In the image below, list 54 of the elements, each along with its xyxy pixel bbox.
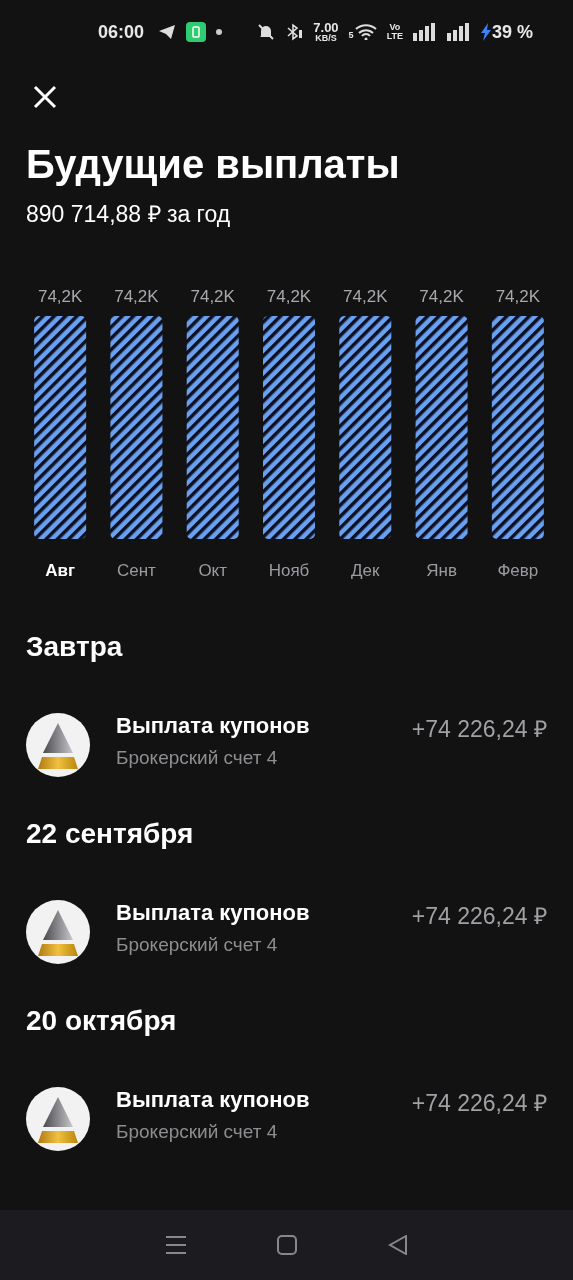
signal-icon xyxy=(412,23,437,41)
month-label[interactable]: Февр xyxy=(497,561,539,580)
paper-plane-icon xyxy=(158,24,177,40)
month-label[interactable]: Сент xyxy=(117,561,156,580)
payment-amount: +74 226,24 ₽ xyxy=(411,715,547,744)
page-title: Будущие выплаты xyxy=(26,141,401,188)
account-name: Брокерский счет 4 xyxy=(116,1121,279,1143)
month-label[interactable]: Нояб xyxy=(268,561,310,580)
account-name: Брокерский счет 4 xyxy=(116,747,279,769)
lte-label: LTE xyxy=(386,32,403,41)
wifi-icon xyxy=(354,24,377,40)
menu-icon[interactable] xyxy=(165,1235,188,1255)
bar[interactable] xyxy=(491,316,544,539)
bar[interactable] xyxy=(186,316,239,539)
payment-title: Выплата купонов xyxy=(116,713,311,739)
bar[interactable] xyxy=(415,316,468,539)
value-label: 74,2K xyxy=(37,287,83,306)
bar[interactable] xyxy=(339,316,392,539)
home-icon[interactable] xyxy=(277,1235,298,1255)
payment-title: Выплата купонов xyxy=(116,900,311,926)
clock-time: 06:00 xyxy=(98,21,145,43)
bluetooth-icon xyxy=(285,23,304,41)
date-heading: 22 сентября xyxy=(25,817,195,851)
network-speed: 7.00 xyxy=(313,21,339,34)
month-label[interactable]: Дек xyxy=(351,561,380,580)
bar[interactable] xyxy=(34,316,87,539)
payment-amount: +74 226,24 ₽ xyxy=(411,1089,547,1118)
month-label[interactable]: Окт xyxy=(198,561,228,580)
battery-percent: 39 % xyxy=(491,21,533,43)
yearly-total: 890 714,88 ₽ за год xyxy=(26,200,232,228)
month-label[interactable]: Авг xyxy=(45,561,76,580)
speed-unit: KB/S xyxy=(315,33,337,43)
bar[interactable] xyxy=(110,316,163,539)
value-label: 74,2K xyxy=(343,287,388,306)
volte-label: Vo xyxy=(389,23,401,32)
account-name: Брокерский счет 4 xyxy=(116,934,279,956)
payment-title: Выплата купонов xyxy=(116,1087,311,1113)
signal-icon xyxy=(446,23,471,41)
lightning-icon xyxy=(480,23,491,41)
dot-icon xyxy=(216,29,223,35)
date-heading: Завтра xyxy=(25,630,124,664)
value-label: 74,2K xyxy=(114,287,159,306)
payment-amount: +74 226,24 ₽ xyxy=(411,902,547,931)
bar[interactable] xyxy=(263,316,315,539)
battery-app-icon xyxy=(186,22,207,42)
value-label: 74,2K xyxy=(495,287,541,306)
date-heading: 20 октября xyxy=(25,1004,178,1038)
value-label: 74,2K xyxy=(190,287,235,306)
value-label: 74,2K xyxy=(266,287,312,306)
muted-bell-icon xyxy=(257,23,276,41)
value-label: 74,2K xyxy=(419,287,464,306)
back-icon[interactable] xyxy=(387,1235,408,1255)
month-label[interactable]: Янв xyxy=(426,561,457,580)
wifi-band-label: 5 xyxy=(348,31,354,40)
